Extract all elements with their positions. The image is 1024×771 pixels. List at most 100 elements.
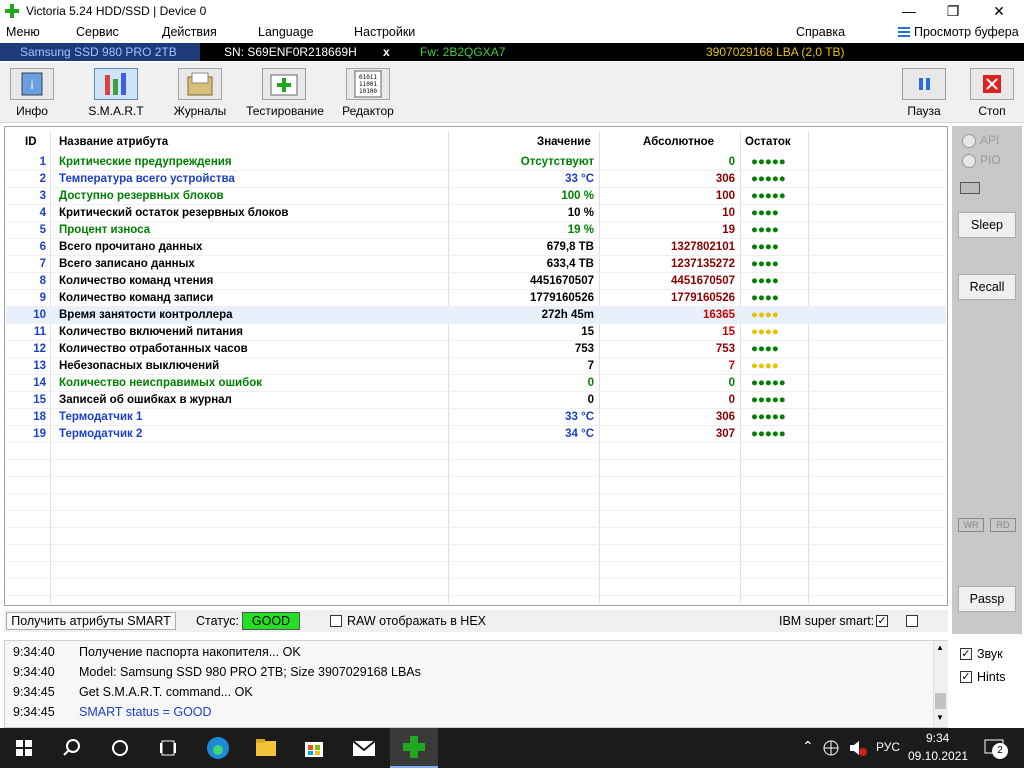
task-view-button[interactable]	[144, 728, 192, 768]
device-model[interactable]: Samsung SSD 980 PRO 2TB	[20, 45, 177, 59]
mail-button[interactable]	[340, 728, 388, 768]
col-header-remain[interactable]: Остаток	[745, 136, 791, 148]
table-row[interactable]: 14 Количество неисправимых ошибок 0 0 ●●●●●	[6, 375, 946, 392]
table-row[interactable]: 13 Небезопасных выключений 7 7 ●●●●	[6, 358, 946, 375]
scroll-thumb[interactable]	[935, 693, 946, 709]
tray-expand-icon[interactable]: ⌃	[802, 738, 814, 755]
table-row[interactable]: 1 Критические предупреждения Отсутствуют 0 ●…	[6, 154, 946, 171]
search-button[interactable]	[48, 728, 96, 768]
table-row[interactable]: 8 Количество команд чтения 4451670507 44516…	[6, 273, 946, 290]
cell-id: 8	[39, 275, 46, 287]
table-row[interactable]: 19 Термодатчик 2 34 °C 307 ●●●●●	[6, 426, 946, 443]
col-header-name[interactable]: Название атрибута	[59, 136, 168, 148]
cell-id: 19	[33, 428, 46, 440]
device-bar: Samsung SSD 980 PRO 2TB SN: S69ENF0R2186…	[0, 43, 1024, 61]
cell-remain: ●●●●	[751, 241, 779, 253]
ibm-super-smart-checkbox[interactable]: ✓	[876, 615, 888, 627]
victoria-taskbar-button[interactable]	[390, 728, 438, 768]
get-smart-button[interactable]: Получить атрибуты SMART	[6, 612, 176, 630]
raw-hex-checkbox[interactable]	[330, 615, 342, 627]
scroll-down-icon[interactable]: ▼	[936, 713, 944, 722]
stop-button[interactable]	[970, 68, 1014, 100]
table-row[interactable]: 6 Всего прочитано данных 679,8 TB 132780210…	[6, 239, 946, 256]
cell-raw: 1779160526	[671, 292, 735, 304]
minimize-button[interactable]: —	[886, 0, 932, 22]
sleep-button[interactable]: Sleep	[958, 212, 1016, 238]
binary-editor-icon: 010111100110100	[354, 70, 382, 98]
volume-muted-icon[interactable]	[848, 739, 868, 757]
table-row[interactable]: 9 Количество команд записи 1779160526 17791…	[6, 290, 946, 307]
title-bar: Victoria 5.24 HDD/SSD | Device 0 — ❐ ✕	[0, 0, 1024, 22]
table-row[interactable]: 5 Процент износа 19 % 19 ●●●●	[6, 222, 946, 239]
cell-id: 18	[33, 411, 46, 423]
device-firmware: Fw: 2B2QGXA7	[420, 45, 506, 59]
recall-button[interactable]: Recall	[958, 274, 1016, 300]
menu-item-service[interactable]: Сервис	[76, 25, 119, 39]
edge-button[interactable]	[194, 728, 242, 768]
log-scrollbar[interactable]: ▲ ▼	[933, 641, 948, 727]
cell-raw: 16365	[703, 309, 735, 321]
svg-text:11001: 11001	[359, 81, 377, 88]
logs-button[interactable]	[178, 68, 222, 100]
pio-radio[interactable]	[962, 154, 976, 168]
menu-item-help[interactable]: Справка	[796, 25, 845, 39]
cell-id: 1	[39, 156, 46, 168]
pause-icon	[919, 78, 930, 90]
cortana-button[interactable]	[96, 728, 144, 768]
cell-name: Количество команд записи	[59, 292, 214, 304]
menu-item-main[interactable]: Меню	[6, 25, 40, 39]
cell-remain: ●●●●	[751, 326, 779, 338]
col-header-value[interactable]: Значение	[537, 136, 591, 148]
globe-icon[interactable]	[822, 739, 840, 757]
table-row[interactable]: 18 Термодатчик 1 33 °C 306 ●●●●●	[6, 409, 946, 426]
editor-button[interactable]: 01011 11001 10100	[346, 68, 390, 100]
table-row[interactable]: 3 Доступно резервных блоков 100 % 100 ●●●●●	[6, 188, 946, 205]
pause-button[interactable]	[902, 68, 946, 100]
hints-checkbox[interactable]: ✓	[960, 671, 972, 683]
cell-value: 34 °C	[565, 428, 594, 440]
device-close-button[interactable]: x	[383, 45, 390, 59]
menu-item-language[interactable]: Language	[258, 25, 314, 39]
menu-item-actions[interactable]: Действия	[162, 25, 217, 39]
pause-label: Пауза	[907, 104, 941, 118]
table-row[interactable]: 4 Критический остаток резервных блоков 10 …	[6, 205, 946, 222]
cell-id: 15	[33, 394, 46, 406]
scroll-up-icon[interactable]: ▲	[936, 643, 944, 652]
app-logo-icon	[5, 4, 19, 18]
col-header-id[interactable]: ID	[25, 136, 37, 148]
testing-button[interactable]	[262, 68, 306, 100]
api-radio[interactable]	[962, 134, 976, 148]
col-header-raw[interactable]: Абсолютное	[643, 136, 714, 148]
cell-raw: 306	[715, 173, 735, 185]
table-row[interactable]: 15 Записей об ошибках в журнал 0 0 ●●●●●	[6, 392, 946, 409]
clock-time[interactable]: 9:34	[926, 731, 949, 745]
clock-date[interactable]: 09.10.2021	[908, 749, 968, 763]
start-button[interactable]	[0, 728, 48, 768]
table-row[interactable]: 2 Температура всего устройства 33 °C 306 ●●●…	[6, 171, 946, 188]
table-row[interactable]: 7 Всего записано данных 633,4 TB 1237135272…	[6, 256, 946, 273]
windows-logo-icon	[16, 740, 32, 756]
svg-text:i: i	[30, 78, 33, 92]
sound-checkbox[interactable]: ✓	[960, 648, 972, 660]
cell-name: Количество отработанных часов	[59, 343, 248, 355]
table-row[interactable]: 10 Время занятости контроллера 272h 45m 163…	[6, 307, 946, 324]
cell-raw: 753	[715, 343, 735, 355]
table-row[interactable]: 12 Количество отработанных часов 753 753 ●●●…	[6, 341, 946, 358]
cell-remain: ●●●●●	[751, 377, 786, 389]
close-button[interactable]: ✕	[976, 0, 1022, 22]
info-button[interactable]: i	[10, 68, 54, 100]
passp-button[interactable]: Passp	[958, 586, 1016, 612]
store-button[interactable]	[290, 728, 338, 768]
table-row[interactable]: 11 Количество включений питания 15 15 ●●●●	[6, 324, 946, 341]
language-indicator[interactable]: РУС	[876, 740, 900, 754]
extra-checkbox[interactable]	[906, 615, 918, 627]
menu-item-settings[interactable]: Настройки	[354, 25, 415, 39]
explorer-button[interactable]	[242, 728, 290, 768]
maximize-button[interactable]: ❐	[930, 0, 976, 22]
cell-id: 2	[39, 173, 46, 185]
device-serial: SN: S69ENF0R218669H	[224, 45, 357, 59]
smart-button[interactable]	[94, 68, 138, 100]
log-message: Model: Samsung SSD 980 PRO 2TB; Size 390…	[79, 665, 421, 679]
toolbar: i Инфо S.M.A.R.T Журналы Тестирование 01…	[0, 62, 1024, 123]
clipboard-view-button[interactable]: Просмотр буфера	[914, 25, 1019, 39]
